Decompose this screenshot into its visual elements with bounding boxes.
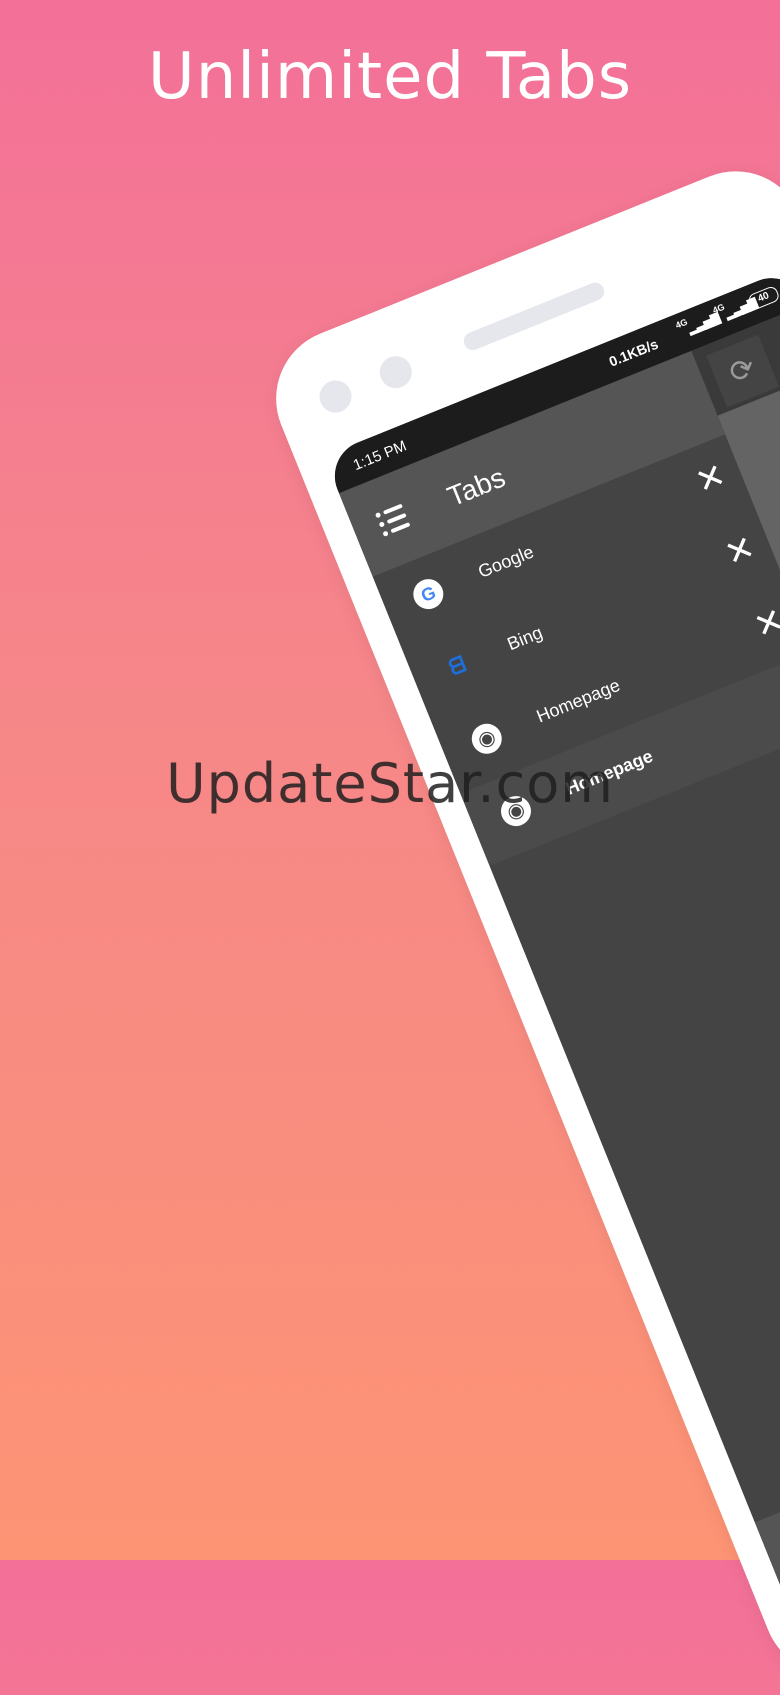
speaker-grille: [461, 279, 607, 353]
tab-list-icon[interactable]: [373, 500, 414, 540]
proximity-sensor: [374, 351, 417, 393]
network-speed: 0.1KB/s: [606, 335, 661, 370]
headline: Unlimited Tabs: [147, 40, 633, 114]
close-tab-button[interactable]: ✕: [714, 525, 766, 577]
phone-frame: 1:15 PM 0.1KB/s 4G ▂▃▅▇ 4G ▂▃▅▇ 40 ⟳ ···…: [255, 150, 780, 1695]
tabs-drawer: Tabs G Google ✕ ᗺ Bing ✕ ◉ Homepage ✕ ◉ …: [339, 350, 780, 1606]
drawer-title: Tabs: [442, 461, 510, 513]
tab-label: Bing: [504, 622, 546, 655]
tab-label: Google: [475, 541, 537, 582]
close-tab-button[interactable]: ✕: [743, 598, 780, 650]
google-icon: G: [408, 574, 448, 614]
tab-label: Homepage: [533, 674, 623, 727]
phone-screen: 1:15 PM 0.1KB/s 4G ▂▃▅▇ 4G ▂▃▅▇ 40 ⟳ ···…: [324, 267, 780, 1606]
close-tab-button[interactable]: ✕: [685, 453, 737, 505]
battery-icon: 40: [746, 284, 780, 311]
bing-icon: ᗺ: [445, 651, 470, 681]
watermark: UpdateStar.com: [166, 752, 614, 815]
front-camera: [314, 375, 357, 418]
